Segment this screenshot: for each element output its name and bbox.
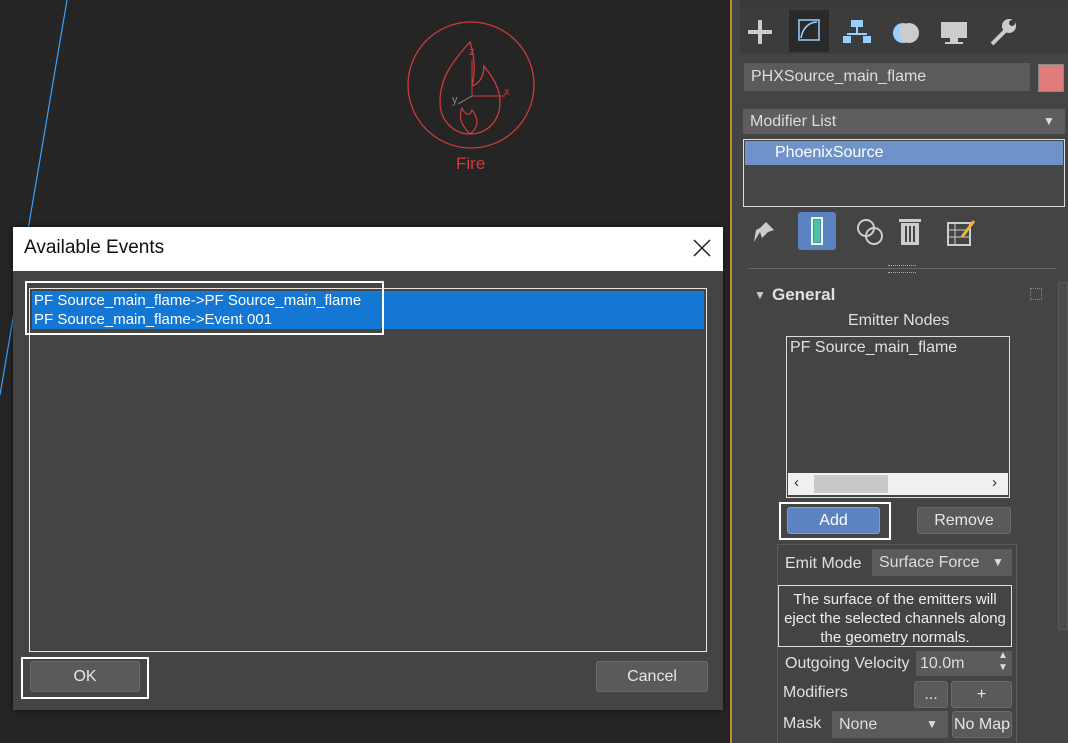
close-icon[interactable] xyxy=(689,235,715,261)
axis-y-label: y xyxy=(452,94,458,106)
no-map-button[interactable]: No Map xyxy=(952,711,1012,738)
cancel-button[interactable]: Cancel xyxy=(596,661,708,692)
utilities-icon[interactable] xyxy=(984,14,1020,50)
fire-label: Fire xyxy=(456,154,486,173)
emit-mode-label: Emit Mode xyxy=(785,555,862,572)
modifiers-label: Modifiers xyxy=(783,684,848,701)
object-color-swatch[interactable] xyxy=(1038,64,1064,92)
event-item[interactable]: PF Source_main_flame->Event 001 xyxy=(32,310,704,329)
configure-modifier-sets-icon[interactable] xyxy=(944,215,978,249)
modifier-stack[interactable]: PhoenixSource xyxy=(743,139,1065,207)
modifier-list-dropdown[interactable]: Modifier List ▼ xyxy=(743,109,1065,134)
horizontal-scrollbar[interactable]: ‹ › xyxy=(788,473,1008,495)
plus-icon[interactable] xyxy=(742,14,778,50)
display-icon[interactable] xyxy=(936,14,972,50)
remove-button[interactable]: Remove xyxy=(917,507,1011,534)
emitter-nodes-label: Emitter Nodes xyxy=(848,312,950,329)
add-button[interactable]: Add xyxy=(787,507,880,534)
chevron-down-icon: ▼ xyxy=(992,555,1004,569)
axis-z-label: z xyxy=(469,46,475,58)
modifier-stack-item[interactable]: PhoenixSource xyxy=(745,141,1063,165)
modifiers-browse-button[interactable]: ... xyxy=(914,681,948,708)
trash-icon[interactable] xyxy=(895,215,925,249)
chevron-down-icon: ▼ xyxy=(1043,114,1055,128)
hierarchy-icon[interactable] xyxy=(839,14,875,50)
make-unique-icon[interactable] xyxy=(854,216,886,248)
general-rollout-title[interactable]: General xyxy=(772,285,835,305)
object-name-field[interactable]: PHXSource_main_flame xyxy=(744,63,1030,91)
panel-scrollbar[interactable] xyxy=(1058,282,1068,630)
outgoing-velocity-spinner[interactable]: 10.0m ▲ ▼ xyxy=(916,650,1012,676)
emit-mode-dropdown[interactable]: Surface Force ▼ xyxy=(872,549,1012,576)
mask-dropdown[interactable]: None ▼ xyxy=(832,711,948,738)
chevron-left-icon[interactable]: ‹ xyxy=(794,474,799,491)
emitter-nodes-list[interactable]: PF Source_main_flame ‹ › xyxy=(786,336,1010,498)
modify-icon[interactable] xyxy=(789,10,829,52)
fire-gizmo-circle xyxy=(407,21,535,149)
outgoing-velocity-value: 10.0m xyxy=(920,655,965,672)
command-panel: PHXSource_main_flame Modifier List ▼ Pho… xyxy=(730,0,1068,743)
event-item[interactable]: PF Source_main_flame->PF Source_main_fla… xyxy=(32,291,704,310)
ok-button[interactable]: OK xyxy=(30,661,140,692)
mask-value: None xyxy=(839,716,878,733)
modifier-list-label: Modifier List xyxy=(750,113,837,130)
show-end-result-icon[interactable] xyxy=(798,212,836,250)
scroll-thumb[interactable] xyxy=(814,475,888,493)
rollout-drag-icon[interactable] xyxy=(1030,288,1042,300)
emit-mode-description: The surface of the emitters will eject t… xyxy=(778,585,1012,647)
chevron-down-icon: ▼ xyxy=(926,717,938,731)
dialog-title: Available Events xyxy=(24,237,165,258)
emit-mode-value: Surface Force xyxy=(879,554,980,571)
axis-x-label: x xyxy=(504,86,510,98)
spinner-arrows-icon[interactable]: ▲ ▼ xyxy=(998,650,1008,674)
collapse-icon[interactable]: ▼ xyxy=(754,288,766,302)
available-events-dialog: Available Events PF Source_main_flame->P… xyxy=(13,227,723,710)
motion-icon[interactable] xyxy=(888,14,924,50)
outgoing-velocity-label: Outgoing Velocity xyxy=(785,655,910,672)
pin-stack-icon[interactable] xyxy=(748,218,778,248)
modifiers-add-button[interactable]: + xyxy=(951,681,1012,708)
events-list[interactable]: PF Source_main_flame->PF Source_main_fla… xyxy=(29,288,707,652)
dialog-titlebar[interactable]: Available Events xyxy=(13,227,723,271)
emitter-node-item[interactable]: PF Source_main_flame xyxy=(790,339,957,357)
mask-label: Mask xyxy=(783,715,822,732)
chevron-right-icon[interactable]: › xyxy=(992,474,997,491)
